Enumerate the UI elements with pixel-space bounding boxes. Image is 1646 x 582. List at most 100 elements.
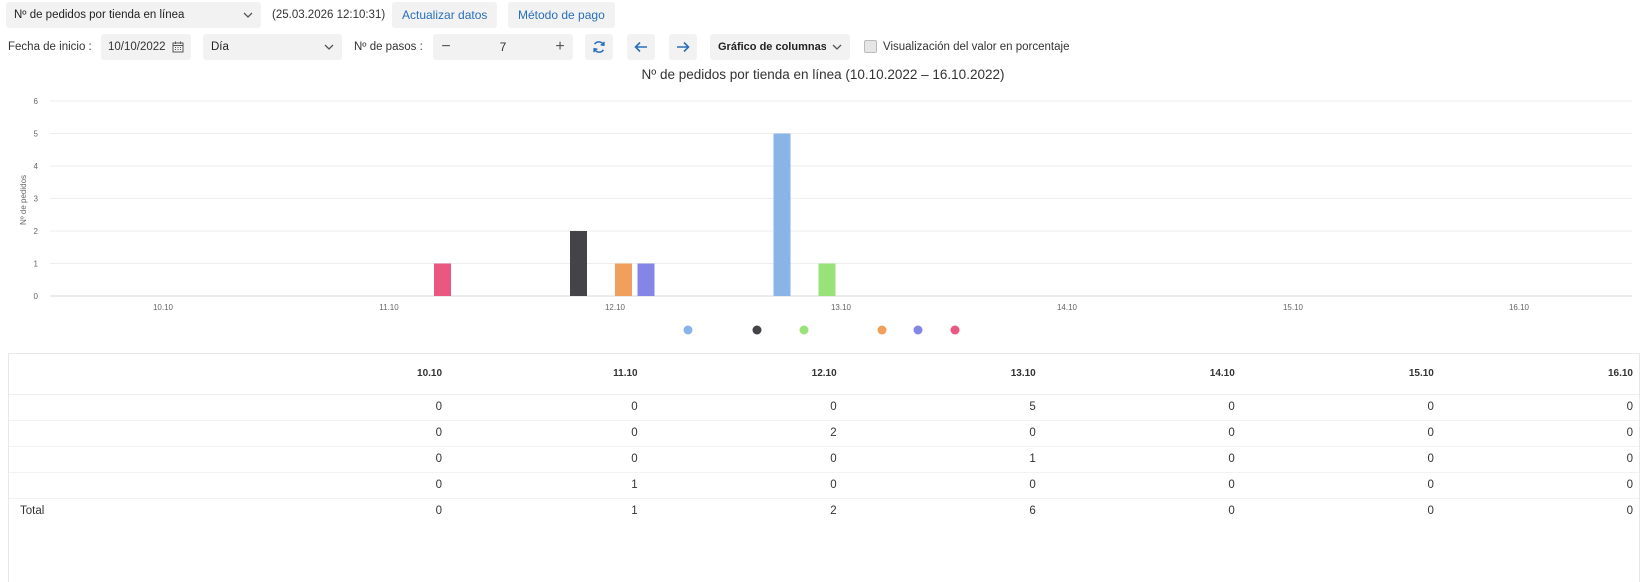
table-header-cell: 12.10 <box>643 354 843 395</box>
legend-marker[interactable] <box>950 325 960 335</box>
y-axis-ticks: 0 1 2 3 4 5 6 <box>34 97 39 301</box>
next-button[interactable] <box>669 34 697 60</box>
refresh-icon <box>593 41 605 53</box>
row-label <box>9 446 249 473</box>
steps-stepper[interactable]: − 7 + <box>433 34 573 60</box>
table-cell: 0 <box>1240 446 1440 473</box>
table-cell: 5 <box>842 394 1042 421</box>
row-label <box>9 472 249 499</box>
chart-type-value: Gráfico de columnas <box>718 41 826 53</box>
y-tick-label: 2 <box>34 227 39 236</box>
x-tick-label: 12.10 <box>605 303 626 312</box>
table-cell: 0 <box>643 446 843 473</box>
chevron-down-icon <box>832 44 842 50</box>
table-cell: 0 <box>1439 420 1639 447</box>
start-date-label: Fecha de inicio : <box>8 41 92 53</box>
table-cell: 0 <box>643 472 843 499</box>
table-cell: 2 <box>643 420 843 447</box>
table-cell: 0 <box>249 394 449 421</box>
percent-label: Visualización del valor en porcentaje <box>883 41 1070 53</box>
period-select-value: Día <box>211 41 229 53</box>
percent-checkbox[interactable] <box>864 40 877 53</box>
bar[interactable] <box>773 133 791 297</box>
legend-marker[interactable] <box>752 325 762 335</box>
table-cell: 0 <box>448 394 644 421</box>
table-header-cell: 14.10 <box>1041 354 1241 395</box>
table-cell: 0 <box>1427 505 1434 518</box>
bar[interactable] <box>434 263 451 297</box>
start-date-value: 10/10/2022 <box>108 41 166 53</box>
row-label <box>9 420 249 447</box>
bar[interactable] <box>615 263 632 297</box>
report-select[interactable]: Nº de pedidos por tienda en línea <box>6 2 261 28</box>
y-tick-label: 0 <box>34 292 39 301</box>
table-header-cell: 16.10 <box>1439 354 1639 395</box>
table-header-cell: 15.10 <box>1240 354 1440 395</box>
steps-label: Nº de pasos : <box>354 41 423 53</box>
data-table: 10.10 11.10 12.10 13.10 14.10 15.10 16.10 0005… <box>8 353 1640 582</box>
table-cell: 0 <box>1439 446 1639 473</box>
table-row: 0020000 <box>9 420 1639 447</box>
x-tick-label: 11.10 <box>379 303 399 312</box>
table-total-row: Total 0 1 2 6 0 0 0 <box>9 498 1639 524</box>
table-cell: 0 <box>842 472 1042 499</box>
x-axis-ticks: 10.10 11.10 12.10 13.10 14.10 15.10 16.10 <box>153 303 1530 312</box>
chart-legend <box>683 325 960 335</box>
x-tick-label: 16.10 <box>1509 303 1530 312</box>
y-axis-title: Nº de pedidos <box>19 175 28 225</box>
minus-icon[interactable]: − <box>433 38 459 56</box>
bar-chart: 0 1 2 3 4 5 6 Nº de pedidos 10.10 11.10 12.10 13.… <box>19 97 1632 335</box>
table-cell: 0 <box>1240 472 1440 499</box>
x-tick-label: 10.10 <box>153 303 174 312</box>
chart-grid <box>50 100 1632 297</box>
legend-marker[interactable] <box>683 325 693 335</box>
table-cell: 0 <box>1439 394 1639 421</box>
x-tick-label: 13.10 <box>831 303 852 312</box>
table-cell: 0 <box>1228 505 1235 518</box>
legend-marker[interactable] <box>799 325 809 335</box>
plus-icon[interactable]: + <box>547 38 573 56</box>
payment-method-button[interactable]: Método de pago <box>508 2 615 28</box>
reload-button[interactable] <box>585 34 613 60</box>
chart-type-select[interactable]: Gráfico de columnas <box>710 34 850 60</box>
table-cell: 6 <box>1029 505 1036 518</box>
chevron-down-icon <box>324 44 334 50</box>
table-cell: 0 <box>1439 472 1639 499</box>
previous-button[interactable] <box>627 34 655 60</box>
legend-marker[interactable] <box>913 325 923 335</box>
legend-marker[interactable] <box>877 325 887 335</box>
row-label: Total <box>20 505 45 518</box>
period-select[interactable]: Día <box>203 34 342 60</box>
arrow-left-icon <box>634 41 647 53</box>
chart-bars <box>434 133 836 297</box>
table-row: 0001000 <box>9 446 1639 473</box>
bar[interactable] <box>818 263 836 297</box>
table-cell: 0 <box>448 420 644 447</box>
row-label <box>9 394 249 421</box>
last-update-timestamp: (25.03.2026 12:10:31) <box>272 9 386 21</box>
table-cell: 0 <box>1041 394 1241 421</box>
y-tick-label: 3 <box>34 195 39 204</box>
table-cell: 0 <box>1041 420 1241 447</box>
table-cell: 0 <box>1626 505 1633 518</box>
bar[interactable] <box>637 263 655 297</box>
table-cell: 0 <box>1041 472 1241 499</box>
table-header-cell: 13.10 <box>842 354 1042 395</box>
bar[interactable] <box>570 231 587 296</box>
chart-title: Nº de pedidos por tienda en línea (10.10… <box>641 67 1005 82</box>
table-cell: 1 <box>631 505 638 518</box>
table-cell: 2 <box>830 505 837 518</box>
table-row: 0005000 <box>9 394 1639 421</box>
calendar-icon[interactable] <box>172 41 184 53</box>
table-cell: 0 <box>842 420 1042 447</box>
start-date-input[interactable]: 10/10/2022 <box>101 34 191 60</box>
table-cell: 0 <box>435 505 443 518</box>
table-cell: 0 <box>249 446 449 473</box>
refresh-data-button[interactable]: Actualizar datos <box>392 2 498 28</box>
steps-value[interactable]: 7 <box>459 40 547 54</box>
table-cell: 0 <box>1240 394 1440 421</box>
table-header-empty <box>9 354 249 395</box>
table-header-cell: 10.10 <box>249 354 449 395</box>
arrow-right-icon <box>677 41 690 53</box>
table-cell: 0 <box>1240 420 1440 447</box>
